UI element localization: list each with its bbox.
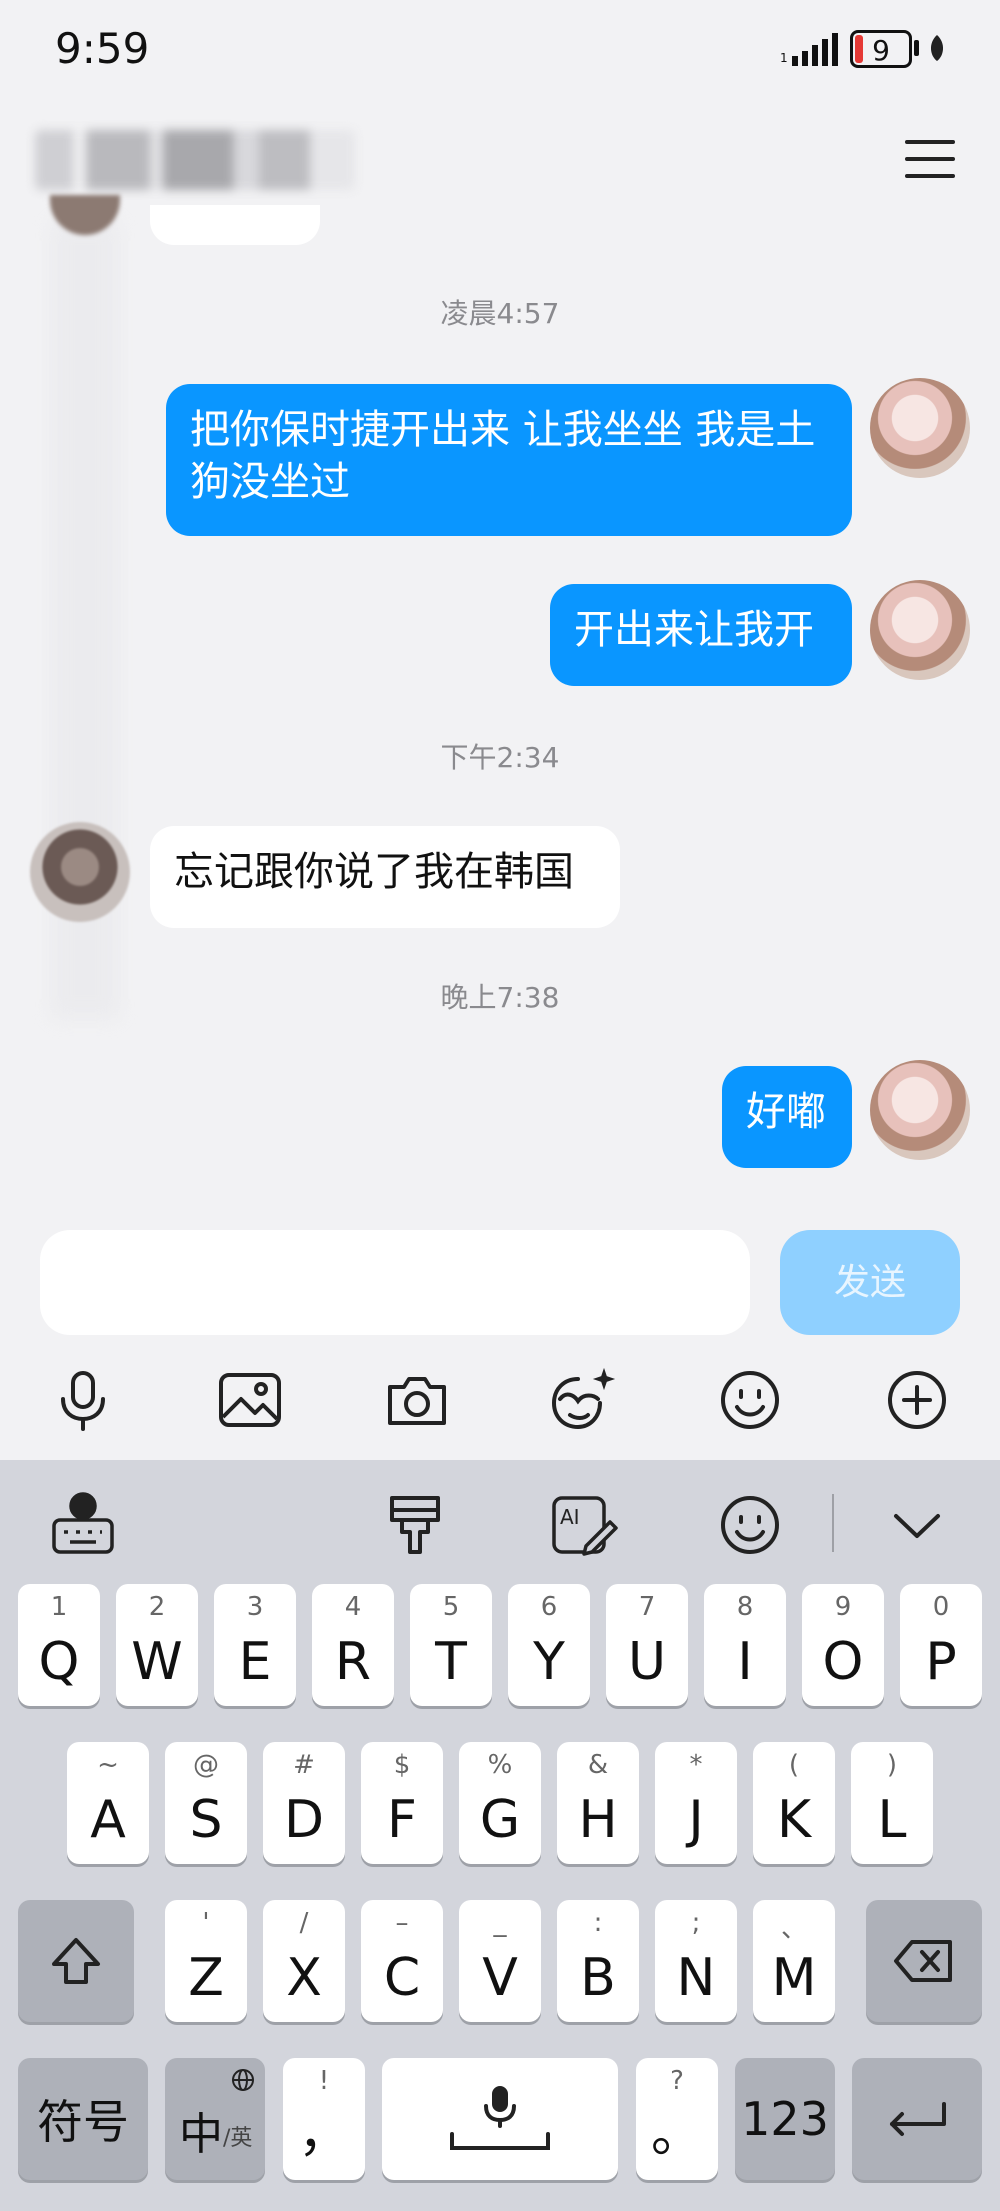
key-y[interactable]: 6Y	[508, 1584, 590, 1706]
status-time: 9:59	[55, 24, 150, 73]
symbols-key[interactable]: 符号	[18, 2058, 148, 2180]
keyboard: AI 1Q 2W 3E 4R 5T 6Y 7U 8I 9O 0P ~ A @ S #…	[0, 1460, 1000, 2211]
globe-keyboard-icon[interactable]	[48, 1490, 118, 1560]
contact-name-blurred	[35, 130, 355, 190]
timestamp: 凌晨4:57	[440, 297, 560, 330]
key-h[interactable]: & H	[557, 1742, 639, 1864]
lang-main: 中	[179, 2109, 223, 2160]
enter-icon	[890, 2102, 946, 2136]
globe-icon	[232, 2069, 254, 2091]
key-v[interactable]: _ V	[459, 1900, 541, 2022]
key-r[interactable]: 4R	[312, 1584, 394, 1706]
my-avatar[interactable]	[870, 378, 970, 478]
toolbar-divider	[832, 1494, 834, 1552]
microphone-icon[interactable]	[48, 1365, 118, 1435]
key-d[interactable]: # D	[263, 1742, 345, 1864]
plus-icon[interactable]	[882, 1365, 952, 1435]
timestamp: 晚上7:38	[440, 981, 560, 1014]
period-key[interactable]: ?。	[636, 2058, 718, 2180]
battery-tip	[914, 40, 919, 56]
key-u[interactable]: 7U	[606, 1584, 688, 1706]
key-o[interactable]: 9O	[802, 1584, 884, 1706]
ai-edit-icon[interactable]: AI	[548, 1490, 618, 1560]
timestamp: 下午2:34	[440, 741, 560, 774]
enter-key[interactable]	[852, 2058, 982, 2180]
key-z[interactable]: ' Z	[165, 1900, 247, 2022]
key-n[interactable]: ; N	[655, 1900, 737, 2022]
emoji-icon[interactable]	[715, 1490, 785, 1560]
sticker-icon[interactable]	[548, 1365, 618, 1435]
my-avatar[interactable]	[870, 1060, 970, 1160]
lang-sub: /英	[223, 2126, 253, 2151]
key-a[interactable]: ~ A	[67, 1742, 149, 1864]
send-button[interactable]: 发送	[780, 1230, 960, 1335]
key-j[interactable]: * J	[655, 1742, 737, 1864]
brush-icon[interactable]	[380, 1490, 450, 1560]
status-bar: 9:59 1 9	[0, 0, 1000, 100]
chevron-down-icon[interactable]	[882, 1490, 952, 1560]
comma-key[interactable]: !，	[283, 2058, 365, 2180]
key-q[interactable]: 1Q	[18, 1584, 100, 1706]
leaf-icon	[930, 35, 944, 61]
message-bubble-out[interactable]: 把你保时捷开出来 让我坐坐 我是土狗没坐过	[166, 384, 852, 536]
peer-avatar[interactable]	[30, 822, 130, 922]
key-f[interactable]: $ F	[361, 1742, 443, 1864]
key-c[interactable]: – C	[361, 1900, 443, 2022]
emoji-icon[interactable]	[715, 1365, 785, 1435]
svg-text:AI: AI	[560, 1505, 580, 1529]
battery-icon: 9	[850, 30, 912, 68]
shift-key[interactable]	[18, 1900, 134, 2022]
my-avatar[interactable]	[870, 580, 970, 680]
microphone-icon	[450, 2086, 550, 2150]
message-bubble-out[interactable]: 开出来让我开	[550, 584, 852, 686]
numbers-key[interactable]: 123	[735, 2058, 835, 2180]
message-bubble-partial	[150, 205, 320, 245]
key-b[interactable]: :B	[557, 1900, 639, 2022]
space-key[interactable]	[382, 2058, 618, 2180]
message-input[interactable]	[40, 1230, 750, 1335]
backspace-key[interactable]	[866, 1900, 982, 2022]
message-bubble-in[interactable]: 忘记跟你说了我在韩国	[150, 826, 620, 928]
backspace-icon	[894, 1940, 952, 1982]
key-w[interactable]: 2W	[116, 1584, 198, 1706]
input-bar: 发送	[0, 1215, 1000, 1460]
language-switch-key[interactable]: 中 /英	[165, 2058, 265, 2180]
key-l[interactable]: ) L	[851, 1742, 933, 1864]
image-icon[interactable]	[215, 1365, 285, 1435]
key-x[interactable]: / X	[263, 1900, 345, 2022]
key-s[interactable]: @ S	[165, 1742, 247, 1864]
key-p[interactable]: 0P	[900, 1584, 982, 1706]
key-t[interactable]: 5T	[410, 1584, 492, 1706]
key-i[interactable]: 8I	[704, 1584, 786, 1706]
shift-icon	[52, 1938, 100, 1984]
battery-level: 9	[872, 34, 890, 67]
svg-text:1: 1	[780, 51, 788, 65]
menu-icon[interactable]	[905, 140, 955, 180]
message-bubble-out[interactable]: 好嘟	[722, 1066, 852, 1168]
key-e[interactable]: 3E	[214, 1584, 296, 1706]
key-k[interactable]: (K	[753, 1742, 835, 1864]
key-m[interactable]: 、 M	[753, 1900, 835, 2022]
camera-icon[interactable]	[382, 1365, 452, 1435]
key-g[interactable]: % G	[459, 1742, 541, 1864]
